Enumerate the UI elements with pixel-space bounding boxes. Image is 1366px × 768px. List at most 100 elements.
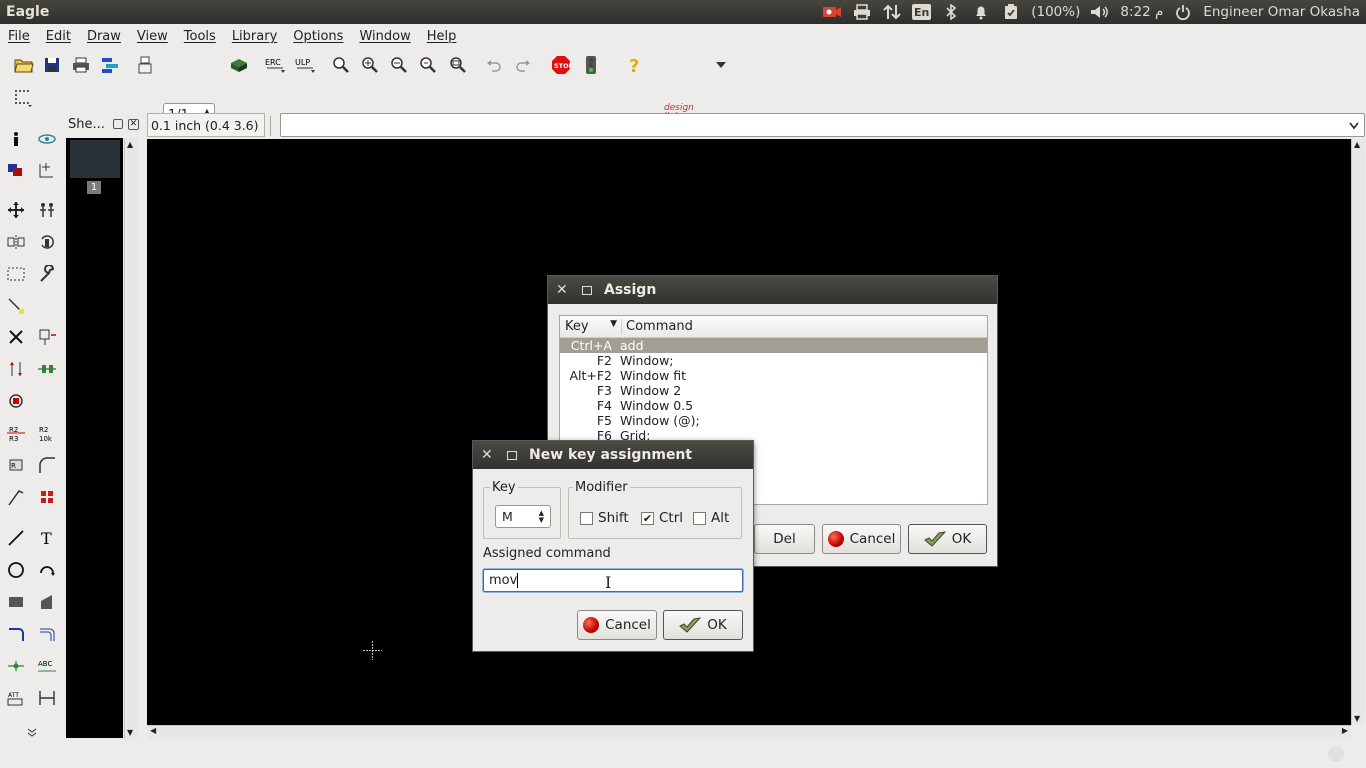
zoom-fit-icon[interactable] (330, 54, 352, 76)
new-key-ok-button[interactable]: OK (663, 610, 743, 640)
chevron-down-icon[interactable] (710, 54, 732, 76)
arc-icon[interactable] (36, 559, 58, 581)
text-icon[interactable]: T (36, 527, 58, 549)
net-icon[interactable] (36, 623, 58, 645)
scroll-up-icon[interactable]: ▲ (1354, 140, 1360, 149)
zoom-redraw-icon[interactable] (417, 54, 439, 76)
list-item[interactable]: F5 Window (@); (560, 413, 987, 428)
key-select[interactable]: M ▲ ▼ (495, 505, 551, 528)
circle-icon[interactable] (5, 559, 27, 581)
show-eye-icon[interactable] (36, 128, 58, 150)
assign-ok-button[interactable]: OK (908, 524, 987, 554)
alt-checkbox[interactable]: Alt (693, 510, 729, 526)
gateswap-icon[interactable] (36, 358, 58, 380)
maximize-icon[interactable] (582, 285, 592, 295)
scroll-left-icon[interactable]: ◀ (150, 726, 156, 735)
printer-icon[interactable] (852, 4, 872, 20)
add-part-icon[interactable] (36, 326, 58, 348)
list-item[interactable]: F3 Window 2 (560, 383, 987, 398)
scroll-right-icon[interactable]: ▶ (1342, 726, 1348, 735)
display-layers-icon[interactable] (5, 159, 27, 181)
column-command[interactable]: Command (622, 319, 693, 334)
list-item[interactable]: Alt+F2 Window fit (560, 368, 987, 383)
network-transfer-icon[interactable] (882, 4, 902, 20)
alt-check-box[interactable] (693, 511, 706, 525)
go-icon[interactable] (580, 54, 602, 76)
column-key[interactable]: Key ▼ (560, 319, 622, 334)
change-wrench-icon[interactable] (36, 263, 58, 285)
list-item[interactable]: Ctrl+A add (560, 338, 987, 353)
menu-window[interactable]: Window (351, 29, 418, 44)
volume-icon[interactable] (1090, 4, 1110, 20)
clock[interactable]: 8:22 م (1120, 4, 1163, 20)
pinswap-icon[interactable] (5, 358, 27, 380)
zoom-in-icon[interactable] (359, 54, 381, 76)
menu-tools[interactable]: Tools (176, 29, 224, 44)
battery-check-icon[interactable] (1001, 4, 1021, 20)
canvas-horizontal-scrollbar[interactable]: ◀ ▶ (147, 725, 1351, 739)
split-icon[interactable] (5, 486, 27, 508)
float-icon[interactable] (112, 119, 123, 129)
dimension-icon[interactable] (36, 687, 58, 709)
save-icon[interactable] (41, 54, 63, 76)
close-icon[interactable]: ✕ (481, 447, 499, 463)
chevron-down-icon[interactable] (1349, 119, 1359, 134)
video-record-icon[interactable] (822, 4, 842, 20)
rotate-icon[interactable] (36, 231, 58, 253)
board-icon[interactable] (228, 54, 250, 76)
scroll-down-icon[interactable]: ▼ (127, 728, 133, 737)
scroll-down-icon[interactable]: ▼ (1354, 714, 1360, 723)
open-icon[interactable] (13, 54, 35, 76)
zoom-out-icon[interactable] (388, 54, 410, 76)
replace-icon[interactable] (5, 390, 27, 412)
script-icon[interactable] (134, 54, 156, 76)
value-icon[interactable]: R2 10k (36, 422, 58, 444)
label-icon[interactable]: ABC (36, 655, 58, 677)
rect-icon[interactable] (5, 591, 27, 613)
close-icon[interactable]: ✕ (556, 282, 574, 298)
bluetooth-icon[interactable] (941, 4, 961, 20)
canvas-vertical-scrollbar[interactable]: ▲ ▼ (1351, 139, 1365, 725)
scroll-up-icon[interactable]: ▲ (127, 140, 133, 149)
paste-icon[interactable] (5, 295, 27, 317)
grid-icon[interactable] (12, 87, 34, 109)
maximize-icon[interactable] (507, 450, 517, 460)
bus-icon[interactable] (5, 623, 27, 645)
junction-icon[interactable] (5, 655, 27, 677)
info-icon[interactable] (5, 128, 27, 150)
undo-icon[interactable] (483, 54, 505, 76)
copy-icon[interactable] (36, 199, 58, 221)
move-icon[interactable] (5, 199, 27, 221)
redo-icon[interactable] (512, 54, 534, 76)
sheets-scrollbar[interactable]: ▲ ▼ (124, 139, 138, 739)
menu-draw[interactable]: Draw (79, 29, 129, 44)
bell-icon[interactable] (971, 4, 991, 20)
menu-view[interactable]: View (129, 29, 176, 44)
power-icon[interactable] (1173, 4, 1193, 20)
stop-icon[interactable]: STOP (550, 54, 572, 76)
name-icon[interactable]: R2 R3 (5, 422, 27, 444)
more-chevron-icon[interactable] (21, 722, 43, 744)
keyboard-lang-icon[interactable]: En (912, 4, 932, 20)
shift-check-box[interactable] (580, 511, 593, 525)
shift-checkbox[interactable]: Shift (580, 510, 629, 526)
zoom-select-icon[interactable] (447, 54, 469, 76)
menu-file[interactable]: File (0, 29, 38, 44)
smash-icon[interactable]: R (5, 454, 27, 476)
menu-library[interactable]: Library (224, 29, 285, 44)
mirror-icon[interactable] (5, 231, 27, 253)
cam-icon[interactable] (99, 54, 121, 76)
group-icon[interactable] (5, 263, 27, 285)
erc-icon[interactable]: ERC (264, 54, 286, 76)
assign-cancel-button[interactable]: Cancel (822, 524, 901, 554)
ulp-icon[interactable]: ULP (294, 54, 316, 76)
mark-icon[interactable] (36, 159, 58, 181)
del-button[interactable]: Del (754, 524, 815, 554)
menu-help[interactable]: Help (419, 29, 465, 44)
menu-options[interactable]: Options (285, 29, 351, 44)
help-icon[interactable]: ? (624, 54, 646, 76)
delete-icon[interactable] (5, 326, 27, 348)
ctrl-check-box[interactable]: ✔ (641, 511, 654, 525)
command-line-input[interactable] (280, 113, 1365, 137)
menu-edit[interactable]: Edit (38, 29, 79, 44)
